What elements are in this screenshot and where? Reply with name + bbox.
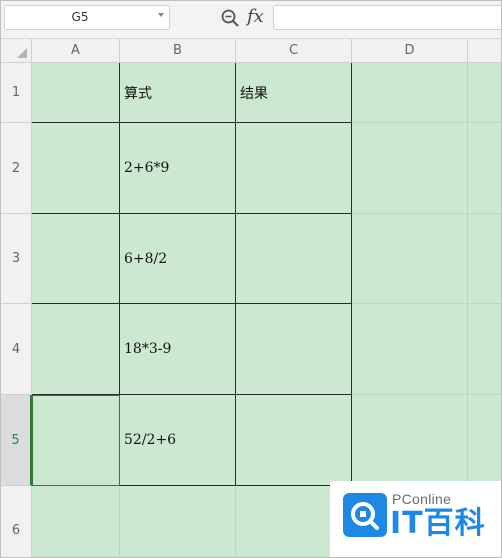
cell-b5[interactable]: 52/2+6 [120, 395, 236, 486]
cell-a4[interactable] [32, 304, 120, 395]
row-header-2[interactable]: 2 [1, 123, 32, 214]
cell-b2[interactable]: 2+6*9 [120, 123, 236, 214]
cell-e3[interactable] [468, 214, 501, 304]
cell-c3[interactable] [236, 214, 352, 304]
column-header-c[interactable]: C [236, 39, 352, 63]
cell-b1[interactable]: 算式 [120, 63, 236, 123]
name-box[interactable]: G5 [4, 5, 170, 30]
spreadsheet-window: G5 fx A B C D 1 2 3 4 5 6 算式 结果 2+6*9 6+… [0, 0, 502, 558]
row-header-1[interactable]: 1 [1, 63, 32, 123]
cell-a1[interactable] [32, 63, 120, 123]
cell-e2[interactable] [468, 123, 501, 214]
cell-e1[interactable] [468, 63, 501, 123]
chevron-down-icon[interactable] [158, 13, 164, 17]
cell-b3[interactable]: 6+8/2 [120, 214, 236, 304]
formula-bar: G5 fx [1, 1, 501, 39]
cell-e4[interactable] [468, 304, 501, 395]
cell-b4[interactable]: 18*3-9 [120, 304, 236, 395]
row-header-4[interactable]: 4 [1, 304, 32, 395]
cell-c5[interactable] [236, 395, 352, 486]
row-header-5[interactable]: 5 [1, 395, 32, 486]
cell-c4[interactable] [236, 304, 352, 395]
fx-icon[interactable]: fx [247, 6, 264, 28]
column-header-b[interactable]: B [120, 39, 236, 63]
cell-d2[interactable] [352, 123, 468, 214]
column-header-a[interactable]: A [32, 39, 120, 63]
row-header-3[interactable]: 3 [1, 214, 32, 304]
select-all-corner[interactable] [1, 39, 32, 63]
name-box-value: G5 [71, 10, 89, 24]
formula-input[interactable] [273, 5, 501, 30]
cell-a6[interactable] [32, 486, 120, 557]
cell-d1[interactable] [352, 63, 468, 123]
cell-c2[interactable] [236, 123, 352, 214]
cell-a5[interactable] [32, 395, 120, 486]
row-header-6[interactable]: 6 [1, 486, 32, 557]
cell-c1[interactable]: 结果 [236, 63, 352, 123]
watermark-top-text: PConline [392, 491, 452, 507]
cell-a2[interactable] [32, 123, 120, 214]
cell-d4[interactable] [352, 304, 468, 395]
column-header-e[interactable] [468, 39, 501, 63]
cell-d3[interactable] [352, 214, 468, 304]
cell-b6[interactable] [120, 486, 236, 557]
pconline-logo-icon [343, 493, 387, 537]
cell-a3[interactable] [32, 214, 120, 304]
zoom-icon[interactable] [220, 8, 240, 28]
cell-d5[interactable] [352, 395, 468, 486]
watermark-main-text: IT百科 [390, 506, 486, 541]
cell-e5[interactable] [468, 395, 501, 486]
select-all-icon [17, 48, 27, 58]
pconline-watermark: PConline IT百科 [330, 481, 501, 557]
column-header-d[interactable]: D [352, 39, 468, 63]
